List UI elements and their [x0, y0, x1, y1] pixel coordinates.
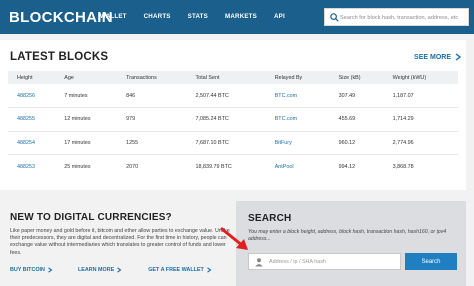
buy-bitcoin-label: BUY BITCOIN — [10, 267, 45, 273]
block-transactions: 846 — [117, 84, 187, 108]
see-more-label: SEE MORE — [414, 53, 451, 61]
col-total-sent: Total Sent — [186, 71, 266, 84]
block-total-sent: 7,687.10 BTC — [186, 131, 266, 155]
promo-text: Like paper money and gold before it, bit… — [10, 228, 230, 256]
chevron-right-icon — [455, 53, 462, 61]
block-age: 25 minutes — [64, 163, 91, 170]
promo-links: BUY BITCOIN LEARN MORE GET A FREE WALLET — [10, 267, 212, 273]
top-navbar: BLOCKCHAIN WALLET CHARTS STATS MARKETS A… — [0, 0, 474, 34]
block-size: 994.12 — [338, 163, 356, 170]
relayed-by-link[interactable]: BTC.com — [265, 84, 330, 108]
block-age: 12 minutes — [55, 107, 118, 132]
user-icon — [255, 258, 263, 267]
address-search-field — [248, 253, 401, 270]
block-total-sent: 2,507.44 BTC — [186, 84, 266, 108]
see-more-link[interactable]: SEE MORE — [414, 53, 462, 61]
block-weight: 1,187.07 — [383, 84, 458, 108]
get-free-wallet-label: GET A FREE WALLET — [148, 267, 204, 273]
nav-stats[interactable]: STATS — [188, 13, 208, 20]
block-height-link[interactable]: 488254 — [8, 131, 56, 155]
table-row: 488256 7 minutes 846 2,507.44 BTC BTC.co… — [8, 84, 458, 108]
main-nav: WALLET CHARTS STATS MARKETS API — [100, 13, 285, 20]
relayed-by-link[interactable]: BTC.com — [265, 107, 330, 132]
block-transactions: 2070 — [126, 163, 139, 170]
header-search — [324, 8, 469, 26]
col-relayed-by: Relayed By — [265, 71, 330, 84]
logo[interactable]: BLOCKCHAIN — [9, 9, 113, 26]
block-total-sent: 18,839.79 BTC — [195, 163, 232, 170]
relayed-by-link[interactable]: BitFury — [265, 131, 330, 155]
get-free-wallet-link[interactable]: GET A FREE WALLET — [148, 267, 212, 273]
latest-blocks-title: LATEST BLOCKS — [10, 51, 109, 63]
block-weight: 1,714.29 — [383, 107, 458, 132]
col-age: Age — [55, 71, 118, 84]
block-age: 17 minutes — [55, 131, 118, 155]
block-age: 7 minutes — [55, 84, 118, 108]
address-search-input[interactable] — [269, 256, 397, 267]
block-height-link[interactable]: 488256 — [8, 84, 56, 108]
col-transactions: Transactions — [117, 71, 187, 84]
block-weight: 2,774.96 — [383, 131, 458, 155]
block-size: 455.69 — [329, 107, 384, 132]
search-help-text: You may enter a block height, address, b… — [248, 229, 447, 242]
block-height-link[interactable]: 488253 — [8, 155, 55, 179]
block-weight: 3,868.78 — [392, 163, 414, 170]
block-transactions: 979 — [117, 107, 187, 132]
nav-api[interactable]: API — [274, 13, 285, 20]
col-size: Size (kB) — [329, 71, 384, 84]
search-panel: SEARCH You may enter a block height, add… — [236, 201, 466, 286]
relayed-by-link[interactable]: AntPool — [266, 155, 330, 179]
promo-title: NEW TO DIGITAL CURRENCIES? — [10, 212, 172, 223]
block-height-link[interactable]: 488255 — [8, 107, 56, 132]
block-total-sent: 7,085.24 BTC — [186, 107, 266, 132]
nav-charts[interactable]: CHARTS — [144, 13, 171, 20]
chevron-right-icon — [206, 267, 212, 273]
table-header-row: Height Age Transactions Total Sent Relay… — [8, 71, 458, 84]
col-weight: Weight (kWU) — [383, 71, 458, 84]
blocks-table: Height Age Transactions Total Sent Relay… — [8, 71, 458, 178]
search-button[interactable]: Search — [405, 253, 457, 270]
search-title: SEARCH — [248, 213, 292, 224]
search-icon — [330, 13, 339, 22]
table-row: 488253 25 minutes 2070 18,839.79 BTC Ant… — [8, 155, 458, 179]
block-size: 960.12 — [329, 131, 384, 155]
buy-bitcoin-link[interactable]: BUY BITCOIN — [10, 267, 53, 273]
block-transactions: 1255 — [117, 131, 187, 155]
col-height: Height — [8, 71, 56, 84]
table-row: 488255 12 minutes 979 7,085.24 BTC BTC.c… — [8, 107, 458, 132]
learn-more-link[interactable]: LEARN MORE — [78, 267, 122, 273]
chevron-right-icon — [117, 267, 122, 273]
nav-wallet[interactable]: WALLET — [100, 13, 127, 20]
nav-markets[interactable]: MARKETS — [225, 13, 257, 20]
table-row: 488254 17 minutes 1255 7,687.10 BTC BitF… — [8, 131, 458, 155]
latest-blocks-card: LATEST BLOCKS SEE MORE Height Age Transa… — [0, 40, 466, 190]
header-search-input[interactable] — [340, 11, 468, 24]
block-size: 307.49 — [329, 84, 384, 108]
chevron-right-icon — [48, 267, 53, 273]
learn-more-label: LEARN MORE — [77, 267, 115, 273]
red-arrow-annotation — [220, 227, 248, 250]
